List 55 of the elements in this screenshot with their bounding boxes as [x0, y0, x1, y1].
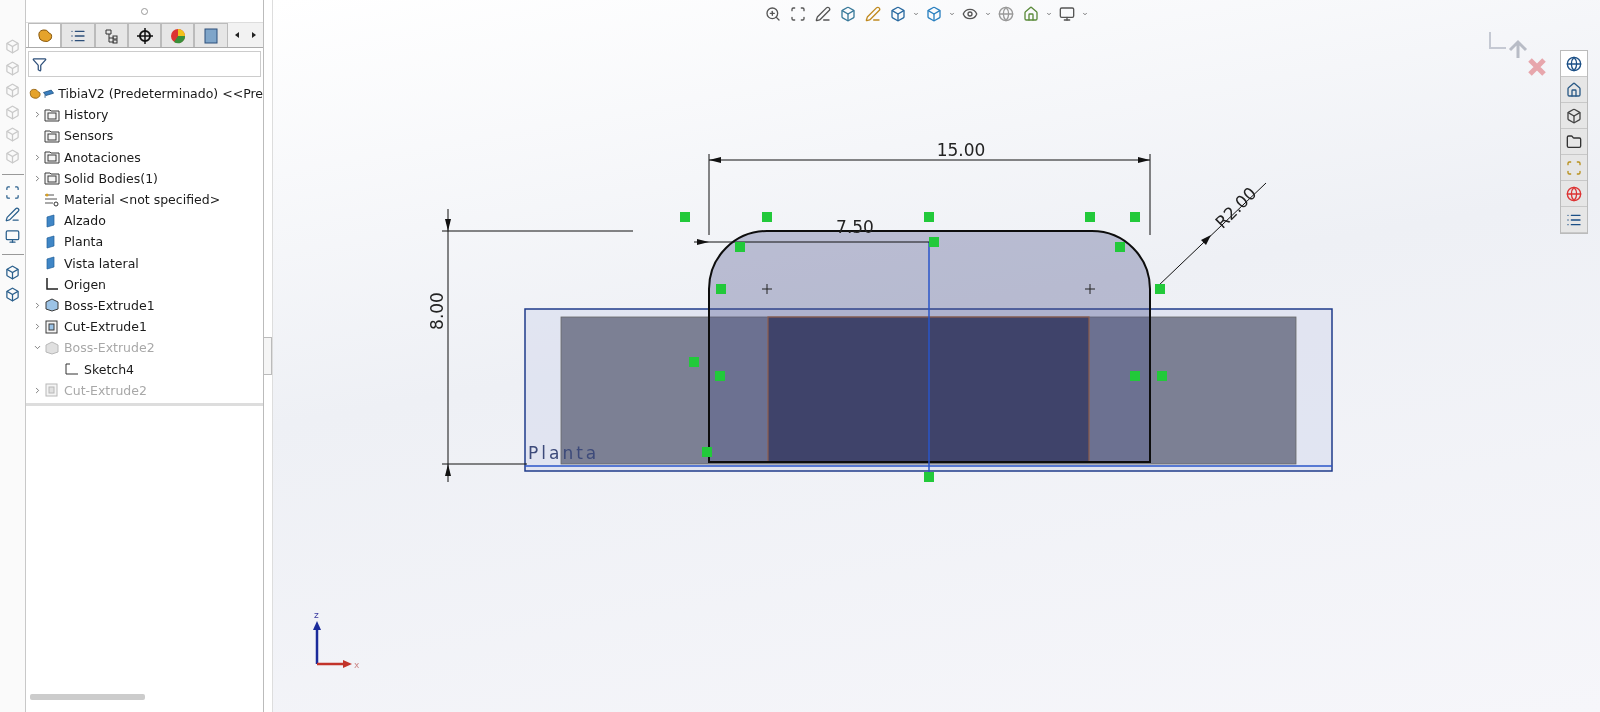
- tree-item[interactable]: Solid Bodies(1): [64, 170, 158, 186]
- caret-icon[interactable]: [913, 11, 919, 17]
- tree-item[interactable]: Vista lateral: [64, 255, 139, 271]
- caret-icon[interactable]: [985, 11, 991, 17]
- panel-tab[interactable]: [61, 23, 95, 47]
- tree-item[interactable]: Origen: [64, 276, 106, 292]
- panel-icon: [204, 27, 219, 44]
- arc-center-icon: [1084, 283, 1096, 295]
- folder-icon: [44, 171, 60, 186]
- cut-extrude-icon: [44, 383, 60, 398]
- feature-tree-icon: [35, 27, 54, 44]
- cut-extrude-icon: [44, 319, 60, 334]
- scrollbar-thumb[interactable]: [30, 694, 145, 700]
- axis-triad-drawing: [313, 621, 352, 668]
- tree-item[interactable]: Cut-Extrude1: [64, 319, 147, 335]
- zoom-icon[interactable]: [4, 184, 21, 201]
- globe-icon[interactable]: [1561, 51, 1587, 77]
- crosshair-icon: [136, 27, 153, 44]
- scroll-right-button[interactable]: [245, 23, 263, 47]
- panel-tab[interactable]: [127, 23, 162, 47]
- folder-icon: [44, 150, 60, 165]
- tree-root-item[interactable]: TibiaV2 (Predeterminado) <<Pre: [58, 86, 263, 102]
- monitor-icon[interactable]: [1057, 4, 1077, 24]
- extrude-icon: [44, 340, 60, 355]
- tree-item[interactable]: Sensors: [64, 128, 114, 144]
- monitor-icon[interactable]: [4, 228, 21, 245]
- arc-center-icon: [761, 283, 773, 295]
- axis-label: x: [354, 660, 360, 670]
- splitter-handle[interactable]: [264, 337, 272, 375]
- folder-icon: [44, 107, 60, 122]
- caret-icon[interactable]: [949, 11, 955, 17]
- caret-icon[interactable]: [1082, 11, 1088, 17]
- sketch-icon: [64, 362, 80, 377]
- configuration-icon: [103, 27, 120, 44]
- dimension-value[interactable]: 15.00: [936, 140, 986, 160]
- caret-icon: [234, 32, 239, 38]
- pie-icon: [169, 27, 186, 44]
- filter-icon: [32, 56, 47, 72]
- sketch-edit-icon[interactable]: [4, 206, 21, 223]
- caret-icon[interactable]: [1046, 11, 1052, 17]
- zoom-area-icon[interactable]: [788, 4, 808, 24]
- tree-item[interactable]: Planta: [64, 234, 104, 250]
- folder-icon: [44, 128, 60, 143]
- filter-field[interactable]: [28, 51, 261, 77]
- material-icon: [44, 192, 60, 207]
- extrude-icon: [44, 298, 60, 313]
- tree-item[interactable]: Material <not specified>: [64, 192, 221, 208]
- tree-item[interactable]: Boss-Extrude1: [64, 297, 155, 313]
- tree-item[interactable]: Anotaciones: [64, 149, 141, 165]
- origin-icon: [44, 277, 60, 292]
- tree-item[interactable]: History: [64, 107, 109, 123]
- tree-item[interactable]: Alzado: [64, 213, 106, 229]
- dimension-value[interactable]: 8.00: [427, 292, 447, 330]
- caret-icon: [252, 32, 257, 38]
- axis-label: z: [314, 610, 319, 620]
